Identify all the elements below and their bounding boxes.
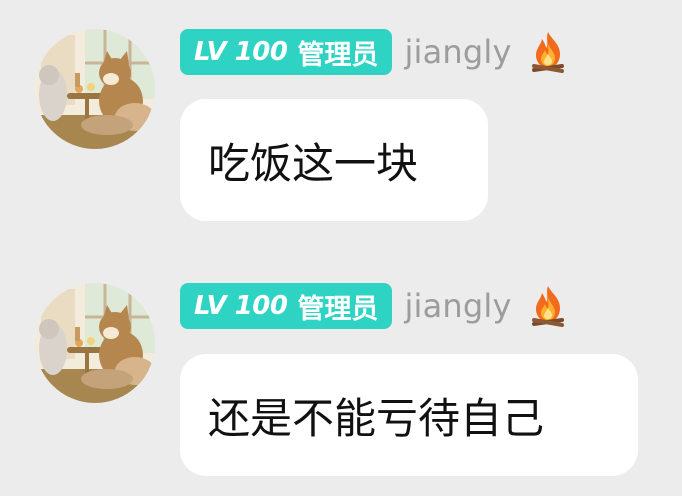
fire-icon <box>531 286 564 327</box>
message-header: LV 100 管理员 jiangly <box>180 282 568 330</box>
role-label: 管理员 <box>297 293 379 325</box>
cat-avatar-icon <box>35 29 155 149</box>
level-label: LV 100 <box>194 291 288 321</box>
message-text: 吃饭这一块 <box>208 138 419 188</box>
level-badge: LV 100 管理员 <box>180 283 393 329</box>
username[interactable]: jiangly <box>404 33 511 71</box>
message-bubble[interactable]: 还是不能亏待自己 <box>180 354 638 476</box>
message-header: LV 100 管理员 jiangly <box>180 28 568 76</box>
cat-avatar-icon <box>35 283 155 403</box>
role-label: 管理员 <box>297 39 379 71</box>
user-avatar[interactable] <box>35 29 155 149</box>
message-text: 还是不能亏待自己 <box>208 393 545 443</box>
fire-icon <box>531 32 564 73</box>
message-bubble[interactable]: 吃饭这一块 <box>180 99 488 221</box>
level-label: LV 100 <box>194 37 288 67</box>
chat-list: LV 100 管理员 jiangly 吃饭这一块 LV 100 管理员 jian… <box>0 0 682 496</box>
level-badge: LV 100 管理员 <box>180 29 393 75</box>
username[interactable]: jiangly <box>404 287 511 325</box>
user-avatar[interactable] <box>35 283 155 403</box>
